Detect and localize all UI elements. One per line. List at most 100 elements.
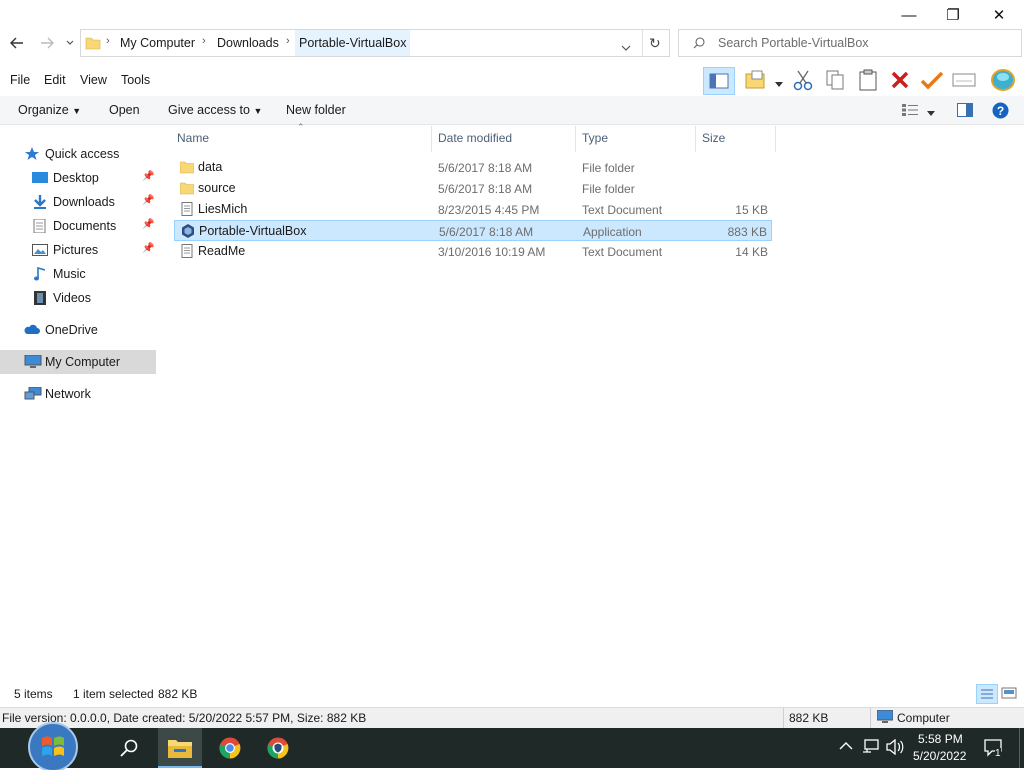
close-button[interactable]: ✕	[976, 0, 1022, 30]
column-separator[interactable]	[695, 126, 696, 152]
recent-locations-chevron-icon[interactable]	[62, 32, 78, 54]
text-file-icon	[180, 202, 194, 216]
search-box[interactable]: Search Portable-VirtualBox	[678, 29, 1022, 57]
view-options-chevron-icon[interactable]	[775, 77, 783, 91]
file-type: File folder	[582, 182, 635, 196]
file-name: Portable-VirtualBox	[199, 224, 307, 238]
column-header-type[interactable]: Type	[582, 131, 608, 145]
browser-shield-icon[interactable]	[267, 737, 289, 762]
menu-tools[interactable]: Tools	[121, 73, 150, 87]
file-explorer-icon	[168, 738, 192, 761]
nav-pictures[interactable]: Pictures 📌	[0, 238, 156, 262]
maximize-button[interactable]: ❐	[930, 0, 976, 30]
file-row-liesmich[interactable]: LiesMich 8/23/2015 4:45 PM Text Document…	[174, 199, 772, 220]
navigation-pane-toggle-icon[interactable]	[703, 67, 735, 95]
nav-quick-access[interactable]: Quick access	[0, 142, 156, 166]
new-folder-button[interactable]: New folder	[286, 103, 346, 117]
tray-overflow-chevron-icon[interactable]	[839, 740, 853, 754]
breadcrumb-separator-icon: ›	[202, 35, 206, 47]
status-selected-size: 882 KB	[158, 687, 198, 701]
notifications-icon[interactable]	[984, 738, 1004, 761]
organize-chevron-icon: ▼	[72, 106, 82, 116]
details-divider	[783, 708, 784, 728]
column-header-name[interactable]: Name	[177, 131, 209, 145]
column-separator[interactable]	[775, 126, 776, 152]
volume-icon[interactable]	[886, 738, 904, 758]
nav-network[interactable]: Network	[0, 382, 156, 406]
file-type: Application	[583, 225, 642, 239]
column-separator[interactable]	[431, 126, 432, 152]
breadcrumb-separator-icon: ›	[106, 35, 110, 47]
status-selected-count: 1 item selected	[73, 687, 154, 701]
column-header-date-modified[interactable]: Date modified	[438, 131, 512, 145]
refresh-icon[interactable]: ↻	[649, 35, 661, 52]
give-access-chevron-icon: ▼	[253, 106, 263, 116]
file-row-source[interactable]: source 5/6/2017 8:18 AM File folder	[174, 178, 772, 199]
cut-icon[interactable]	[793, 69, 813, 94]
give-access-button[interactable]: Give access to ▼	[168, 103, 262, 117]
clock-time[interactable]: 5:58 PM	[918, 732, 963, 746]
preview-pane-icon[interactable]	[957, 103, 973, 120]
network-tray-icon[interactable]	[862, 739, 880, 758]
nav-label: Documents	[53, 219, 117, 233]
delete-icon[interactable]	[890, 70, 910, 93]
change-view-chevron-icon[interactable]	[927, 106, 935, 120]
copy-icon[interactable]	[825, 69, 845, 94]
back-arrow-icon[interactable]	[6, 32, 28, 54]
application-icon	[181, 224, 195, 238]
menu-edit[interactable]: Edit	[44, 73, 66, 87]
minimize-button[interactable]: —	[886, 0, 932, 30]
search-input[interactable]: Search Portable-VirtualBox	[718, 36, 869, 50]
properties-checkmark-icon[interactable]	[920, 70, 944, 93]
help-icon[interactable]: ?	[992, 102, 1009, 122]
breadcrumb-my-computer[interactable]: My Computer	[120, 36, 195, 50]
nav-my-computer[interactable]: My Computer	[0, 350, 156, 374]
nav-downloads[interactable]: Downloads 📌	[0, 190, 156, 214]
start-button-windows-logo-icon[interactable]	[20, 720, 86, 773]
chrome-icon[interactable]	[219, 737, 241, 762]
status-size-panel: 882 KB	[789, 711, 829, 725]
download-arrow-icon	[32, 195, 48, 209]
large-icons-view-icon[interactable]	[1001, 686, 1017, 703]
file-date: 5/6/2017 8:18 AM	[438, 182, 533, 196]
column-header-size[interactable]: Size	[702, 131, 725, 145]
change-view-icon[interactable]	[902, 104, 918, 119]
show-desktop-button[interactable]	[1019, 728, 1024, 768]
view-options-icon[interactable]	[744, 69, 768, 94]
taskbar-file-explorer[interactable]	[158, 728, 202, 768]
nav-videos[interactable]: Videos	[0, 286, 156, 310]
search-icon[interactable]	[120, 739, 138, 760]
nav-music[interactable]: Music	[0, 262, 156, 286]
organize-button[interactable]: Organize ▼	[18, 103, 81, 117]
command-bar: Organize ▼ Open Give access to ▼ New fol…	[0, 96, 1024, 125]
status-item-count: 5 items	[14, 687, 53, 701]
computer-icon	[24, 354, 42, 369]
breadcrumb-portable-virtualbox[interactable]: Portable-VirtualBox	[295, 30, 411, 56]
nav-onedrive[interactable]: OneDrive	[0, 318, 156, 342]
address-dropdown-chevron-icon[interactable]	[621, 40, 631, 54]
clock-date[interactable]: 5/20/2022	[913, 749, 966, 763]
pin-icon: 📌	[142, 243, 155, 254]
menu-view[interactable]: View	[80, 73, 107, 87]
nav-label: Desktop	[53, 171, 99, 185]
file-row-portable-virtualbox[interactable]: Portable-VirtualBox 5/6/2017 8:18 AM App…	[174, 220, 772, 241]
forward-arrow-icon[interactable]	[36, 32, 58, 54]
menu-file[interactable]: File	[10, 73, 30, 87]
rename-icon[interactable]	[952, 71, 976, 92]
globe-icon[interactable]	[990, 68, 1016, 95]
file-row-data[interactable]: data 5/6/2017 8:18 AM File folder	[174, 157, 772, 178]
film-icon	[32, 291, 48, 305]
address-bar[interactable]: › My Computer › Downloads › Portable-Vir…	[80, 29, 670, 57]
details-view-icon[interactable]	[976, 684, 998, 704]
breadcrumb-downloads[interactable]: Downloads	[217, 36, 279, 50]
open-button[interactable]: Open	[109, 103, 140, 117]
nav-desktop[interactable]: Desktop 📌	[0, 166, 156, 190]
paste-icon[interactable]	[858, 69, 878, 94]
column-separator[interactable]	[575, 126, 576, 152]
details-divider	[870, 708, 871, 728]
nav-documents[interactable]: Documents 📌	[0, 214, 156, 238]
file-size: 14 KB	[735, 245, 768, 259]
music-note-icon	[32, 266, 48, 281]
file-type: Text Document	[582, 245, 663, 259]
file-row-readme[interactable]: ReadMe 3/10/2016 10:19 AM Text Document …	[174, 241, 772, 262]
